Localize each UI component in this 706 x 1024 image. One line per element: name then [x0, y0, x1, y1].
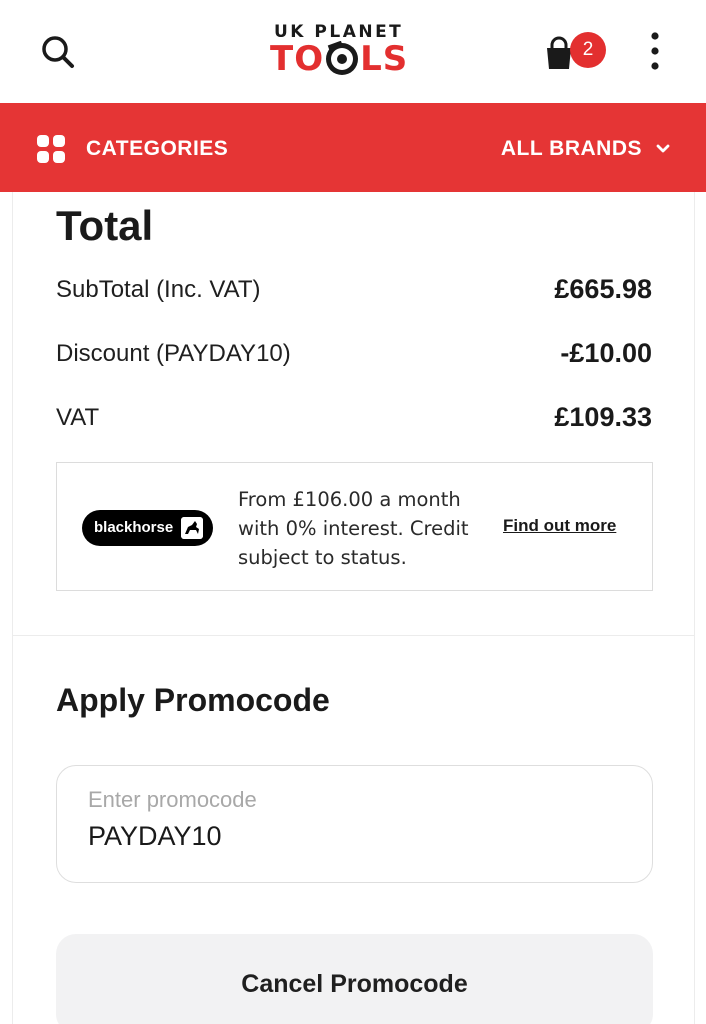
promocode-placeholder-label: Enter promocode	[88, 787, 257, 812]
category-nav-bar: CATEGORIES ALL BRANDS	[0, 103, 706, 192]
vat-row: VAT £109.33	[56, 402, 652, 433]
cart-count-badge: 2	[570, 32, 606, 68]
logo-main-text: TO LS	[270, 41, 408, 77]
section-divider	[13, 635, 694, 636]
categories-label: CATEGORIES	[86, 137, 229, 160]
categories-button[interactable]: CATEGORIES	[36, 129, 228, 169]
logo-main-left: TO	[270, 39, 325, 79]
promocode-heading: Apply Promocode	[56, 682, 330, 718]
site-logo[interactable]: UK PLANET TO LS	[270, 20, 440, 82]
cancel-promocode-button[interactable]: Cancel Promocode	[56, 934, 653, 1024]
subtotal-label: SubTotal (Inc. VAT)	[56, 275, 261, 303]
search-icon	[42, 36, 74, 68]
more-vertical-icon	[651, 32, 659, 70]
chevron-down-icon	[656, 144, 670, 153]
discount-value: -£10.00	[560, 338, 652, 368]
discount-label: Discount (PAYDAY10)	[56, 339, 291, 367]
cart-button[interactable]: 2	[540, 30, 608, 74]
finance-offer-banner: blackhorse From £106.00 a month with 0% …	[56, 462, 653, 591]
find-out-more-link[interactable]: Find out more	[503, 516, 616, 536]
vat-value: £109.33	[554, 402, 652, 432]
horse-icon	[181, 517, 203, 539]
more-options-button[interactable]	[640, 30, 670, 74]
blackhorse-logo-text: blackhorse	[94, 519, 174, 536]
order-summary-card: Total SubTotal (Inc. VAT) £665.98 Discou…	[12, 192, 695, 1024]
promocode-input[interactable]	[88, 821, 588, 852]
logo-main-right: LS	[360, 39, 409, 79]
app-header: UK PLANET TO LS 2	[0, 0, 706, 103]
finance-offer-text: From £106.00 a month with 0% interest. C…	[238, 488, 469, 569]
discount-row: Discount (PAYDAY10) -£10.00	[56, 338, 652, 369]
search-button[interactable]	[38, 32, 78, 72]
subtotal-row: SubTotal (Inc. VAT) £665.98	[56, 274, 652, 305]
vat-label: VAT	[56, 403, 100, 431]
grid-icon	[37, 135, 65, 163]
blackhorse-logo: blackhorse	[82, 510, 213, 546]
all-brands-dropdown[interactable]: ALL BRANDS	[501, 129, 670, 169]
subtotal-value: £665.98	[554, 274, 652, 304]
saw-blade-icon	[326, 41, 359, 75]
total-heading: Total	[56, 202, 154, 249]
promocode-field[interactable]: Enter promocode	[56, 765, 653, 883]
all-brands-label: ALL BRANDS	[500, 137, 642, 160]
